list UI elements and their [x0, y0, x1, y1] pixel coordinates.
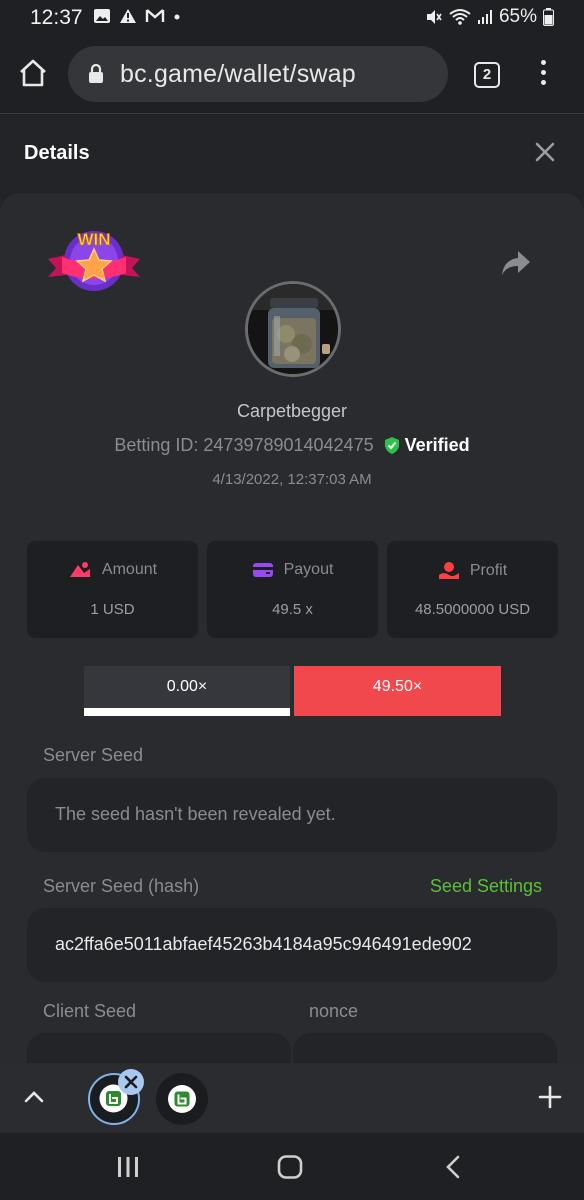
- tab-bcgame[interactable]: [156, 1073, 208, 1125]
- server-seed-field[interactable]: The seed hasn't been revealed yet.: [27, 778, 557, 852]
- bet-detail-card: WIN Carpetbegger Betting ID: 24739789014…: [0, 193, 584, 1063]
- verified-badge[interactable]: Verified: [384, 435, 470, 456]
- gmail-icon: [145, 9, 165, 22]
- username[interactable]: Carpetbegger: [0, 401, 584, 422]
- battery-level: 65%: [498, 6, 537, 27]
- panel-title: Details: [24, 142, 90, 164]
- bet-datetime: 4/13/2022, 12:37:03 AM: [212, 471, 372, 488]
- stat-value: 48.5000000 USD: [414, 601, 531, 618]
- chevron-up-icon[interactable]: [22, 1087, 46, 1107]
- server-seed-value: The seed hasn't been revealed yet.: [55, 804, 336, 824]
- server-seed-hash-field[interactable]: ac2ffa6e5011abfaef45263b4184a95c946491ed…: [27, 908, 557, 982]
- betting-id-label: Betting ID:: [114, 435, 199, 455]
- tab-switcher-button[interactable]: 2: [474, 62, 500, 88]
- back-icon[interactable]: [444, 1155, 462, 1179]
- verified-label: Verified: [404, 435, 470, 455]
- details-panel: Details WIN Carpetbegger Betting ID: 247…: [0, 115, 584, 1063]
- image-icon: [94, 9, 110, 23]
- bcgame-logo-icon: [168, 1085, 196, 1113]
- status-time: 12:37: [30, 6, 83, 29]
- profit-icon: [438, 562, 459, 579]
- stat-amount: Amount 1 USD: [27, 541, 198, 638]
- stat-profit: Profit 48.5000000 USD: [387, 541, 558, 638]
- recent-apps-icon[interactable]: [116, 1155, 140, 1179]
- plus-icon[interactable]: [538, 1085, 562, 1109]
- result-left-value: 0.00×: [166, 678, 208, 695]
- result-right-value: 49.50×: [372, 678, 423, 695]
- home-nav-icon[interactable]: [277, 1155, 303, 1179]
- stat-value: 49.5 x: [272, 601, 313, 618]
- avatar: [245, 281, 341, 377]
- result-progress-bar: [84, 708, 290, 716]
- win-badge-icon: WIN: [48, 230, 140, 291]
- system-nav-bar: [0, 1133, 584, 1200]
- home-icon[interactable]: [18, 58, 48, 88]
- overflow-menu-icon[interactable]: [536, 60, 550, 90]
- mute-icon: [426, 10, 442, 24]
- nonce-field[interactable]: [293, 1033, 557, 1063]
- status-right: 65%: [425, 6, 554, 28]
- betting-id-row: Betting ID: 24739789014042475 Verified: [0, 435, 584, 456]
- share-icon[interactable]: [500, 249, 532, 277]
- signal-icon: [477, 10, 492, 24]
- wifi-icon: [449, 9, 471, 25]
- shield-check-icon: [384, 437, 399, 454]
- stat-label: Amount: [101, 561, 158, 578]
- wallet-icon: [252, 563, 273, 577]
- betting-id-value: 24739789014042475: [203, 435, 374, 455]
- client-seed-field[interactable]: [27, 1033, 291, 1063]
- lock-icon: [89, 64, 103, 83]
- stat-label: Payout: [283, 561, 334, 578]
- notification-icons: [93, 8, 181, 24]
- browser-toolbar: bc.game/wallet/swap 2: [0, 36, 584, 114]
- battery-icon: [543, 8, 554, 26]
- win-badge-text: WIN: [77, 230, 110, 249]
- warning-icon: [120, 9, 136, 23]
- result-bar-left: 0.00×: [84, 666, 290, 716]
- amount-icon: [69, 562, 90, 577]
- status-bar: 12:37 65%: [0, 0, 584, 36]
- close-icon[interactable]: [534, 141, 556, 163]
- server-seed-label: Server Seed: [43, 745, 144, 765]
- tab-group-strip: [0, 1063, 584, 1133]
- result-bar-right: 49.50×: [294, 666, 501, 716]
- stat-label: Profit: [469, 562, 508, 579]
- tab-close-icon[interactable]: [118, 1069, 144, 1095]
- stat-value: 1 USD: [90, 601, 135, 618]
- url-text[interactable]: bc.game/wallet/swap: [120, 60, 356, 89]
- seed-settings-link[interactable]: Seed Settings: [430, 876, 542, 897]
- server-seed-hash-value: ac2ffa6e5011abfaef45263b4184a95c946491ed…: [55, 934, 472, 954]
- client-seed-label: Client Seed: [43, 1001, 137, 1021]
- stat-payout: Payout 49.5 x: [207, 541, 378, 638]
- avatar-image: [248, 284, 338, 374]
- dot-icon: [174, 14, 180, 20]
- nonce-label: nonce: [309, 1001, 359, 1021]
- address-bar[interactable]: bc.game/wallet/swap: [68, 46, 448, 102]
- server-seed-hash-label: Server Seed (hash): [43, 876, 200, 896]
